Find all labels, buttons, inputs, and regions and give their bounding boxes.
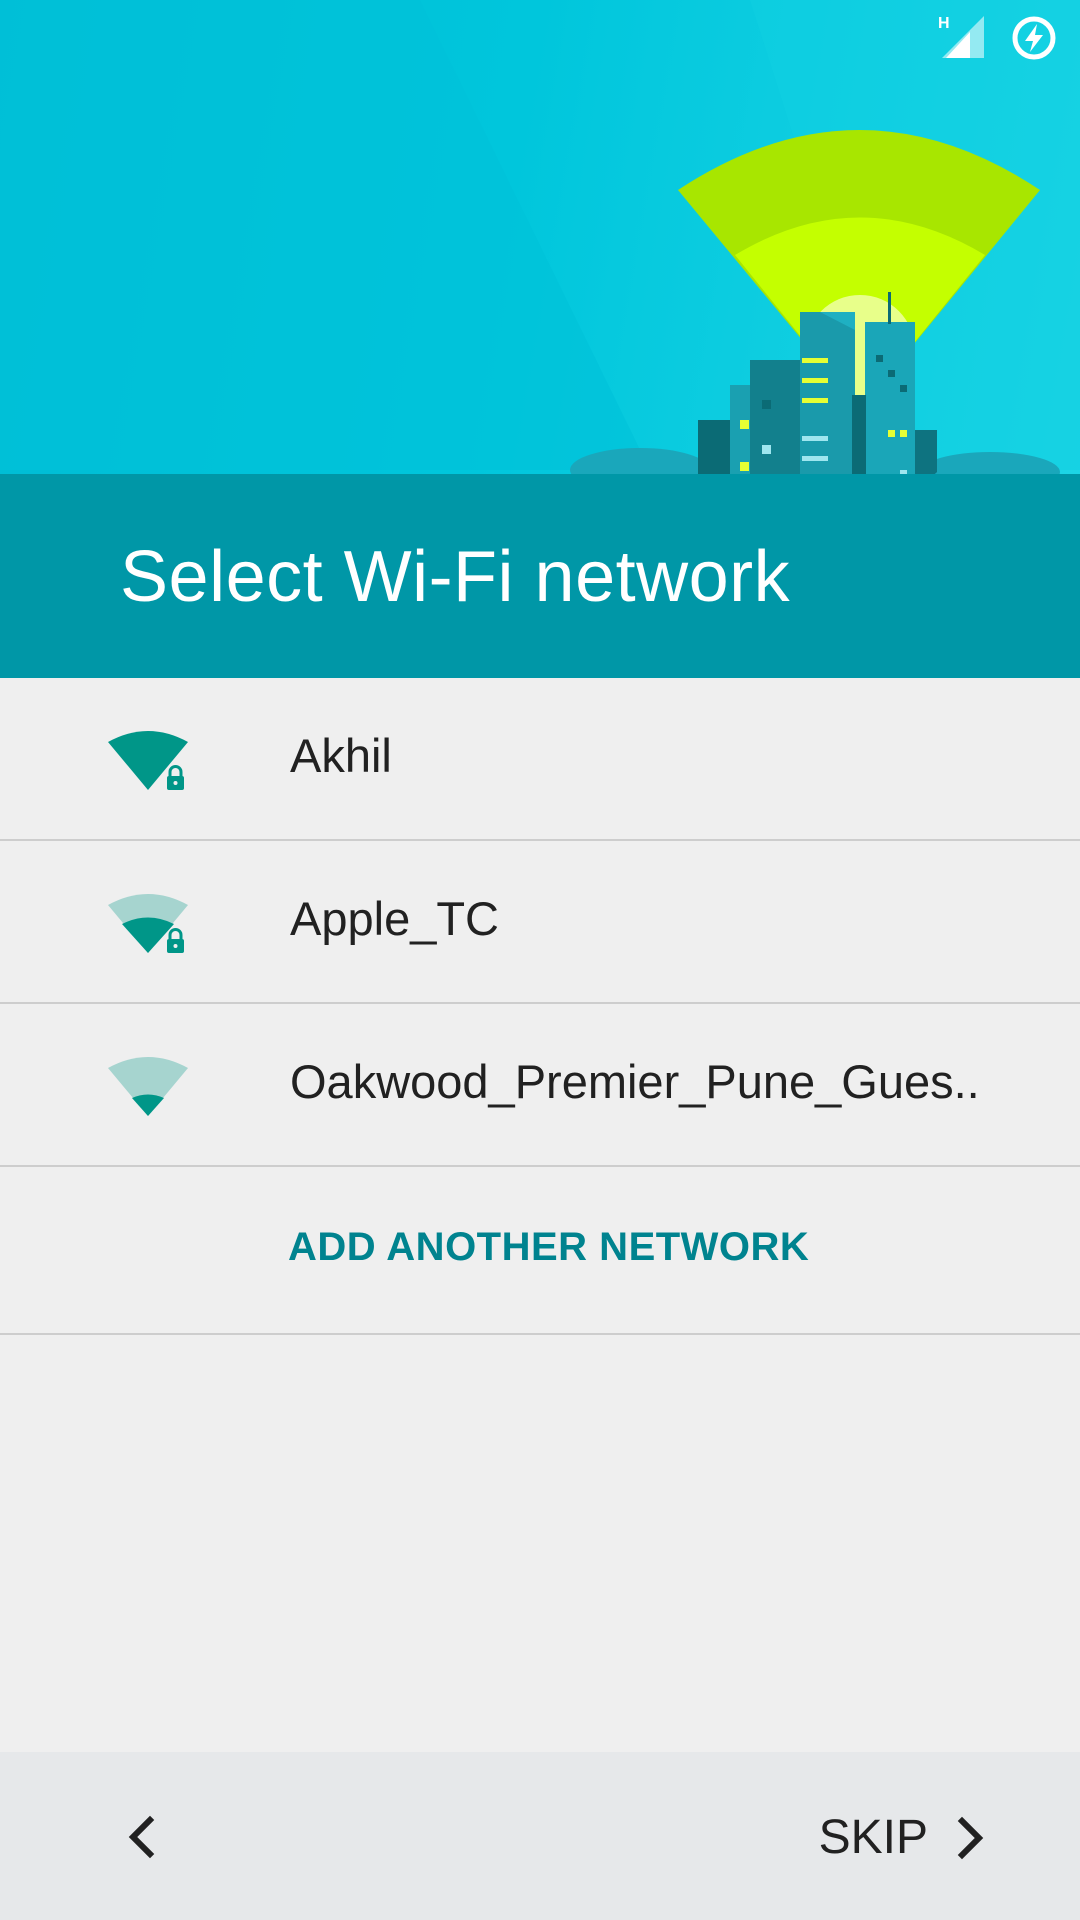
network-name: Oakwood_Premier_Pune_Gues.. <box>290 1055 980 1108</box>
network-item-akhil[interactable]: Akhil <box>0 678 1080 841</box>
footer-nav-bar: SKIP <box>0 1752 1080 1920</box>
network-name: Apple_TC <box>290 892 499 945</box>
signal-icon: H <box>938 15 984 58</box>
skip-button[interactable]: SKIP <box>740 1798 1000 1878</box>
chevron-right-icon <box>957 1816 984 1860</box>
status-bar: H <box>0 0 1080 72</box>
chevron-left-icon[interactable] <box>108 1802 178 1872</box>
network-name: Akhil <box>290 729 392 782</box>
add-network-label: ADD ANOTHER NETWORK <box>288 1225 810 1269</box>
header-illustration: H Select Wi-Fi network <box>0 0 1080 678</box>
add-another-network-button[interactable]: ADD ANOTHER NETWORK <box>0 1167 1080 1335</box>
wifi-weak-icon <box>108 1057 188 1116</box>
network-list: Akhil Apple_TC Oakwood_Premier_Pune_Gues… <box>0 678 1080 1335</box>
network-item-oakwood[interactable]: Oakwood_Premier_Pune_Gues.. <box>0 1004 1080 1167</box>
network-item-apple-tc[interactable]: Apple_TC <box>0 841 1080 1004</box>
wifi-strong-lock-icon <box>108 731 188 790</box>
page-title: Select Wi-Fi network <box>120 537 791 617</box>
wifi-medium-lock-icon <box>108 894 188 953</box>
skip-label: SKIP <box>818 1811 928 1864</box>
network-type-label: H <box>938 15 950 32</box>
battery-charging-icon <box>1012 16 1056 60</box>
